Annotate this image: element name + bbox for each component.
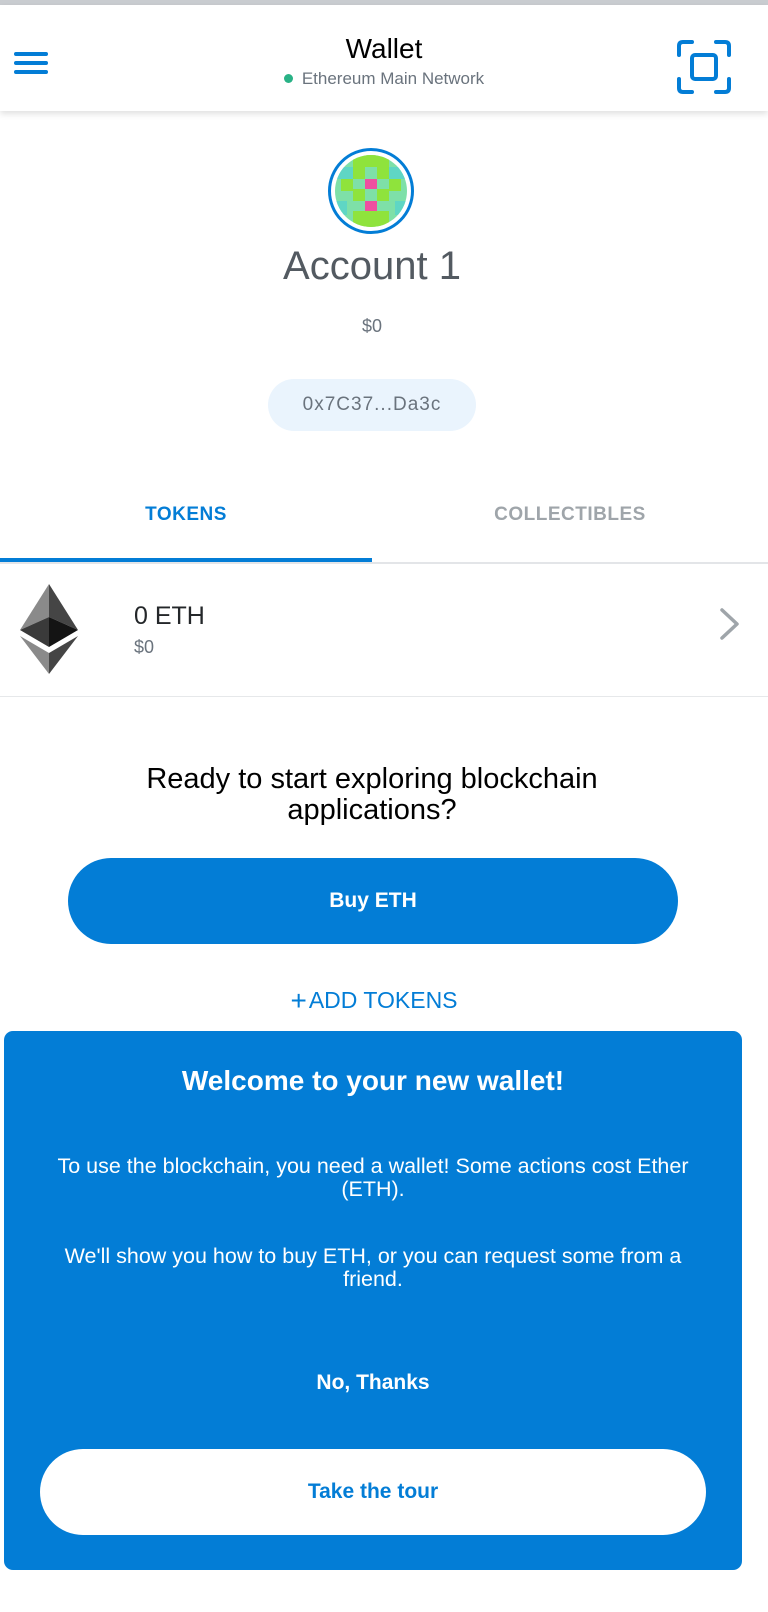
qr-scan-icon[interactable] [676, 39, 732, 95]
plus-icon: + [290, 985, 307, 1016]
token-fiat-value: $0 [134, 637, 155, 657]
ethereum-icon [20, 584, 78, 679]
modal-description-secondary: We'll show you how to buy ETH, or you ca… [64, 1244, 682, 1291]
explore-prompt: Ready to start exploring blockchain appl… [146, 763, 598, 826]
take-tour-button[interactable]: Take the tour [40, 1449, 706, 1535]
account-avatar[interactable] [328, 148, 414, 234]
network-name: Ethereum Main Network [301, 69, 485, 88]
network-indicator[interactable]: Ethereum Main Network [0, 69, 768, 89]
modal-title: Welcome to your new wallet! [181, 1065, 565, 1096]
add-tokens-link[interactable]: +ADD TOKENS [0, 985, 748, 1017]
account-address-button[interactable]: 0x7C37...Da3c [268, 379, 476, 431]
tab-collectibles[interactable]: COLLECTIBLES [372, 476, 768, 560]
asset-tabs: TOKENS COLLECTIBLES [0, 476, 768, 564]
token-amount: 0 ETH [134, 602, 205, 630]
modal-description: To use the blockchain, you need a wallet… [57, 1154, 689, 1201]
welcome-modal: Welcome to your new wallet! To use the b… [4, 1031, 742, 1570]
network-status-dot [283, 74, 293, 83]
page-title: Wallet [345, 33, 423, 64]
account-name: Account 1 [283, 244, 461, 288]
buy-eth-button[interactable]: Buy ETH [68, 858, 678, 944]
chevron-right-icon [718, 606, 742, 647]
no-thanks-button[interactable]: No, Thanks [4, 1371, 742, 1395]
identicon-icon [335, 155, 407, 227]
account-balance: $0 [361, 316, 383, 336]
token-row-eth[interactable]: 0 ETH $0 [0, 562, 768, 697]
tab-tokens[interactable]: TOKENS [0, 476, 372, 560]
app-header: Wallet Ethereum Main Network [0, 5, 768, 111]
add-tokens-label: ADD TOKENS [308, 987, 458, 1013]
